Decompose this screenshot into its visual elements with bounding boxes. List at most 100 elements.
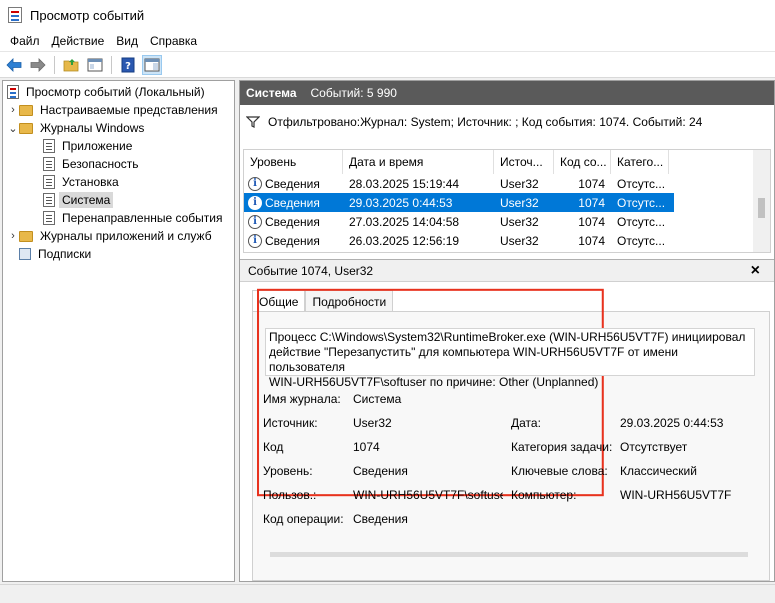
help-icon[interactable]: ?	[118, 55, 138, 75]
level-label: Уровень:	[263, 464, 313, 478]
log-name: Система	[246, 86, 297, 100]
folder-icon	[19, 104, 33, 116]
cell-level: Сведения	[265, 214, 320, 229]
tree-item-security[interactable]: Безопасность	[43, 155, 142, 173]
log-icon	[43, 193, 55, 207]
forward-icon[interactable]	[28, 55, 48, 75]
cell-code: 1074	[578, 214, 605, 229]
filter-icon	[246, 116, 260, 128]
tree-label: Журналы приложений и служб	[40, 229, 212, 243]
filter-bar: Отфильтровано:Журнал: System; Источник: …	[240, 109, 774, 135]
cell-level: Сведения	[265, 195, 320, 210]
cell-datetime: 29.03.2025 0:44:53	[349, 195, 453, 210]
table-row[interactable]: i Сведения 28.03.2025 15:19:44 User32 107…	[244, 174, 674, 193]
toolbar-separator	[54, 55, 55, 74]
cell-category: Отсутс...	[617, 176, 666, 191]
tree-label: Безопасность	[62, 157, 139, 171]
menu-help[interactable]: Справка	[144, 34, 203, 48]
column-header-level[interactable]: Уровень	[244, 150, 343, 174]
event-count: Событий: 5 990	[310, 86, 397, 100]
action-pane-icon[interactable]	[142, 54, 162, 75]
log-icon	[43, 175, 55, 189]
user-value: WIN-URH56U5VT7F\softuser	[353, 488, 503, 502]
source-value: User32	[353, 416, 392, 430]
log-header: Система Событий: 5 990	[240, 81, 774, 105]
info-icon: i	[248, 214, 262, 229]
cell-code: 1074	[578, 176, 605, 191]
tree-item-root[interactable]: Просмотр событий (Локальный)	[7, 83, 208, 101]
date-value: 29.03.2025 0:44:53	[620, 416, 724, 430]
log-icon	[43, 211, 55, 225]
computer-value: WIN-URH56U5VT7F	[620, 488, 732, 502]
back-icon[interactable]	[4, 55, 24, 75]
log-name-label: Имя журнала:	[263, 392, 341, 406]
tree-item-custom-views[interactable]: › Настраиваемые представления	[7, 101, 221, 119]
folder-icon	[19, 122, 33, 134]
tree-item-app-service-logs[interactable]: › Журналы приложений и служб	[7, 227, 215, 245]
table-header: Уровень Дата и время Источ... Код со... …	[244, 150, 754, 174]
tree-item-system[interactable]: Система	[43, 191, 114, 209]
chevron-down-icon[interactable]: ⌄	[7, 122, 19, 135]
vertical-scrollbar[interactable]	[753, 150, 770, 252]
opcode-value: Сведения	[353, 512, 408, 526]
log-icon	[43, 157, 55, 171]
table-row[interactable]: i Сведения 27.03.2025 14:04:58 User32 107…	[244, 212, 674, 231]
menu-view[interactable]: Вид	[110, 34, 144, 48]
console-tree-icon[interactable]	[85, 55, 105, 75]
tree-item-windows-logs[interactable]: ⌄ Журналы Windows	[7, 119, 147, 137]
log-icon	[43, 139, 55, 153]
column-header-category[interactable]: Катего...	[611, 150, 669, 174]
column-header-datetime[interactable]: Дата и время	[343, 150, 494, 174]
column-header-code[interactable]: Код со...	[554, 150, 611, 174]
chevron-right-icon[interactable]: ›	[7, 104, 19, 116]
keywords-label: Ключевые слова:	[511, 464, 608, 478]
menu-action[interactable]: Действие	[46, 34, 111, 48]
event-viewer-icon	[8, 7, 22, 23]
scrollbar-thumb[interactable]	[758, 198, 765, 218]
tree-item-forwarded[interactable]: Перенаправленные события	[43, 209, 225, 227]
tree-label: Приложение	[62, 139, 133, 153]
task-category-label: Категория задачи:	[511, 440, 613, 454]
menu-file[interactable]: Файл	[4, 34, 46, 48]
cell-source: User32	[500, 176, 539, 191]
tree-label: Настраиваемые представления	[40, 103, 218, 117]
tree-label: Перенаправленные события	[62, 211, 223, 225]
title-bar: Просмотр событий	[0, 0, 775, 30]
cell-code: 1074	[578, 195, 605, 210]
table-row-selected[interactable]: i Сведения 29.03.2025 0:44:53 User32 1074…	[244, 193, 674, 212]
menu-bar: Файл Действие Вид Справка	[0, 30, 775, 52]
tree-label: Установка	[62, 175, 119, 189]
open-folder-icon[interactable]	[61, 55, 81, 75]
cell-datetime: 28.03.2025 15:19:44	[349, 176, 460, 191]
cell-datetime: 27.03.2025 14:04:58	[349, 214, 460, 229]
tree-label: Система	[59, 192, 114, 208]
date-label: Дата:	[511, 416, 541, 430]
tree-item-subscriptions[interactable]: Подписки	[19, 245, 94, 263]
cell-source: User32	[500, 195, 539, 210]
subscriptions-icon	[19, 248, 31, 260]
tree-item-setup[interactable]: Установка	[43, 173, 122, 191]
column-header-source[interactable]: Источ...	[494, 150, 554, 174]
user-label: Пользов.:	[263, 488, 317, 502]
description-line: Процесс C:\Windows\System32\RuntimeBroke…	[269, 330, 746, 344]
toolbar-separator	[111, 55, 112, 74]
code-value: 1074	[353, 440, 380, 454]
event-description: Процесс C:\Windows\System32\RuntimeBroke…	[265, 328, 755, 389]
code-label: Код	[263, 440, 284, 454]
opcode-label: Код операции:	[263, 512, 344, 526]
cell-category: Отсутс...	[617, 195, 666, 210]
tree-label: Просмотр событий (Локальный)	[26, 85, 205, 99]
filter-text: Отфильтровано:Журнал: System; Источник: …	[268, 115, 703, 129]
log-name-value: Система	[353, 392, 402, 406]
window-title: Просмотр событий	[30, 7, 145, 23]
source-label: Источник:	[263, 416, 318, 430]
tree-item-application[interactable]: Приложение	[43, 137, 135, 155]
task-category-value: Отсутствует	[620, 440, 688, 454]
level-value: Сведения	[353, 464, 408, 478]
cell-level: Сведения	[265, 176, 320, 191]
description-line: WIN-URH56U5VT7F\softuser по причине: Oth…	[269, 375, 599, 389]
info-icon: i	[248, 176, 262, 191]
chevron-right-icon[interactable]: ›	[7, 230, 19, 242]
tree-label: Подписки	[38, 247, 92, 261]
horizontal-scrollbar[interactable]	[270, 552, 748, 557]
